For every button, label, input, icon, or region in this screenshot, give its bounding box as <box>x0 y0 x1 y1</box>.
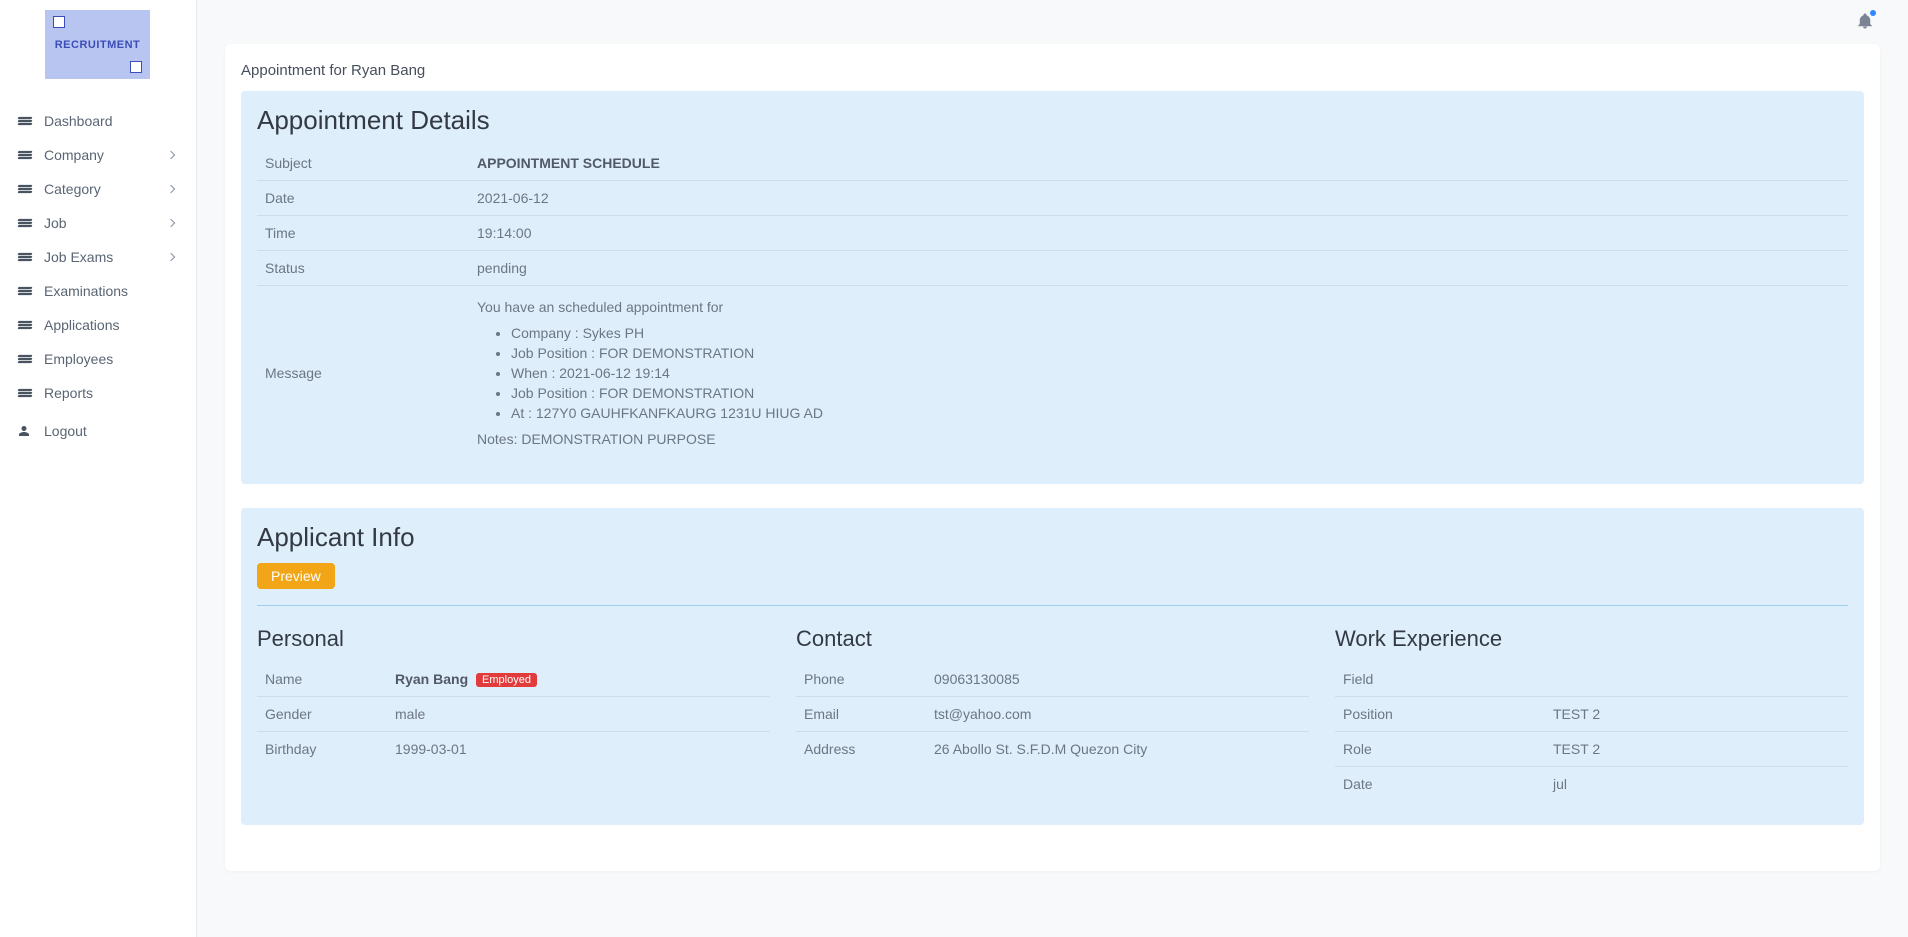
label-field: Field <box>1335 662 1545 697</box>
label-address: Address <box>796 732 926 767</box>
value-address: 26 Abollo St. S.F.D.M Quezon City <box>926 732 1309 767</box>
layers-icon <box>18 216 32 230</box>
sidebar-item-examinations[interactable]: Examinations <box>0 274 196 308</box>
work-heading: Work Experience <box>1335 626 1848 652</box>
label-status: Status <box>257 251 469 286</box>
work-col: Work Experience Field Position TEST 2 <box>1335 620 1848 801</box>
contact-heading: Contact <box>796 626 1309 652</box>
value-name: Ryan Bang <box>395 671 468 687</box>
sidebar-item-category[interactable]: Category <box>0 172 196 206</box>
notification-dot <box>1870 10 1876 16</box>
personal-col: Personal Name Ryan Bang Employed Gender <box>257 620 770 801</box>
layers-icon <box>18 386 32 400</box>
employment-badge: Employed <box>476 673 537 687</box>
sidebar-item-job[interactable]: Job <box>0 206 196 240</box>
value-status: pending <box>469 251 1848 286</box>
nav: Dashboard Company Category Job Job Exams Exam… <box>0 89 196 410</box>
message-bullet: When : 2021-06-12 19:14 <box>511 363 1840 383</box>
logo-text: RECRUITMENT <box>55 39 141 51</box>
label-message: Message <box>257 286 469 461</box>
contact-col: Contact Phone 09063130085 Email tst@yaho… <box>796 620 1309 801</box>
appointment-table: Subject APPOINTMENT SCHEDULE Date 2021-0… <box>257 146 1848 460</box>
sidebar-item-label: Employees <box>44 351 178 367</box>
content-card: Appointment for Ryan Bang Appointment De… <box>225 44 1880 871</box>
label-subject: Subject <box>257 146 469 181</box>
label-date: Date <box>257 181 469 216</box>
sidebar-item-applications[interactable]: Applications <box>0 308 196 342</box>
message-bullets: Company : Sykes PHJob Position : FOR DEM… <box>511 323 1840 423</box>
chevron-right-icon <box>167 151 175 159</box>
label-gender: Gender <box>257 697 387 732</box>
sidebar-item-reports[interactable]: Reports <box>0 376 196 410</box>
chevron-right-icon <box>167 185 175 193</box>
value-message: You have an scheduled appointment for Co… <box>469 286 1848 461</box>
sidebar-item-label: Company <box>44 147 168 163</box>
sidebar-item-employees[interactable]: Employees <box>0 342 196 376</box>
layers-icon <box>18 182 32 196</box>
sidebar-item-dashboard[interactable]: Dashboard <box>0 104 196 138</box>
message-intro: You have an scheduled appointment for <box>477 299 1840 315</box>
page-title: Appointment for Ryan Bang <box>225 62 1880 91</box>
logo-wrap: RECRUITMENT <box>0 0 196 89</box>
value-time: 19:14:00 <box>469 216 1848 251</box>
message-notes: Notes: DEMONSTRATION PURPOSE <box>477 431 1840 447</box>
chevron-right-icon <box>167 219 175 227</box>
divider <box>257 605 1848 606</box>
layers-icon <box>18 284 32 298</box>
logout-label: Logout <box>44 423 178 439</box>
sidebar-item-company[interactable]: Company <box>0 138 196 172</box>
label-position: Position <box>1335 697 1545 732</box>
label-time: Time <box>257 216 469 251</box>
notifications-button[interactable] <box>1856 12 1874 33</box>
main: Appointment for Ryan Bang Appointment De… <box>197 0 1908 937</box>
message-bullet: Job Position : FOR DEMONSTRATION <box>511 383 1840 403</box>
sidebar-item-job-exams[interactable]: Job Exams <box>0 240 196 274</box>
applicant-panel: Applicant Info Preview Personal Name Rya… <box>241 508 1864 825</box>
value-phone: 09063130085 <box>934 671 1020 687</box>
label-name: Name <box>257 662 387 697</box>
sidebar-logout[interactable]: Logout <box>0 414 196 448</box>
value-date: 2021-06-12 <box>469 181 1848 216</box>
message-bullet: Company : Sykes PH <box>511 323 1840 343</box>
logo: RECRUITMENT <box>45 10 150 79</box>
value-gender: male <box>387 697 770 732</box>
label-phone: Phone <box>796 662 926 697</box>
value-position: TEST 2 <box>1545 697 1848 732</box>
value-subject: APPOINTMENT SCHEDULE <box>477 155 660 171</box>
value-role: TEST 2 <box>1545 732 1848 767</box>
value-email: tst@yahoo.com <box>926 697 1309 732</box>
message-bullet: Job Position : FOR DEMONSTRATION <box>511 343 1840 363</box>
layers-icon <box>18 148 32 162</box>
message-bullet: At : 127Y0 GAUHFKANFKAURG 1231U HIUG AD <box>511 403 1840 423</box>
value-birthday: 1999-03-01 <box>387 732 770 767</box>
sidebar-item-label: Job <box>44 215 168 231</box>
sidebar-item-label: Category <box>44 181 168 197</box>
sidebar-item-label: Reports <box>44 385 178 401</box>
appointment-panel: Appointment Details Subject APPOINTMENT … <box>241 91 1864 484</box>
sidebar: RECRUITMENT Dashboard Company Category Job J… <box>0 0 197 937</box>
layers-icon <box>18 250 32 264</box>
label-birthday: Birthday <box>257 732 387 767</box>
label-email: Email <box>796 697 926 732</box>
sidebar-item-label: Dashboard <box>44 113 178 129</box>
value-wdate: jul <box>1545 767 1848 802</box>
topbar <box>225 0 1880 44</box>
layers-icon <box>18 114 32 128</box>
value-field <box>1545 662 1848 697</box>
sidebar-item-label: Job Exams <box>44 249 168 265</box>
label-wdate: Date <box>1335 767 1545 802</box>
layers-icon <box>18 352 32 366</box>
layers-icon <box>18 318 32 332</box>
applicant-heading: Applicant Info <box>257 522 1848 553</box>
sidebar-item-label: Examinations <box>44 283 178 299</box>
label-role: Role <box>1335 732 1545 767</box>
personal-heading: Personal <box>257 626 770 652</box>
user-icon <box>18 424 32 438</box>
preview-button[interactable]: Preview <box>257 563 335 589</box>
sidebar-item-label: Applications <box>44 317 178 333</box>
chevron-right-icon <box>167 253 175 261</box>
appointment-heading: Appointment Details <box>257 105 1848 136</box>
